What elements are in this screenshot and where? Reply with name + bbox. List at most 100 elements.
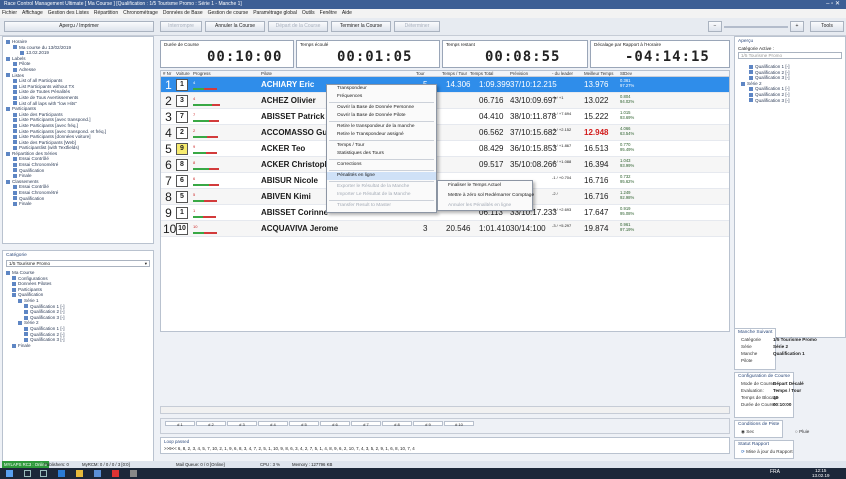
car-tab[interactable]: # 7 [351, 421, 381, 427]
tree-item[interactable]: Finale [6, 201, 150, 207]
context-menu-item[interactable]: Transfer Result to Master [327, 202, 436, 210]
car-number[interactable]: 7 [176, 111, 188, 123]
context-menu-item[interactable]: Retire le transpondeur de la manche [327, 123, 436, 131]
tree-item-label: Liste des Participants [Web] [19, 139, 76, 145]
cancel-race-button[interactable]: Annuler la Course [205, 21, 265, 32]
gap-to-leader: -1 / +0.704 [552, 175, 572, 180]
remaining-time-value: 00:08:55 [485, 49, 561, 65]
app-icon[interactable] [112, 470, 119, 477]
context-menu-item[interactable]: Pénalités en ligne [327, 172, 436, 180]
car-tab[interactable]: # 6 [320, 421, 350, 427]
table-row[interactable]: 114ACHIARY Eric514.3061:09.39937/10:12.2… [161, 77, 729, 93]
progress-bar [193, 232, 205, 234]
car-tab[interactable]: # 10 [444, 421, 474, 427]
menu-item[interactable]: Gestion de course [208, 10, 249, 16]
submenu-item[interactable]: Annuler les Pénalités en ligne [438, 201, 532, 211]
zoom-in-button[interactable]: + [790, 21, 804, 32]
tools-button[interactable]: Tools [810, 21, 844, 32]
tree-item[interactable]: Qualification 3 [-] [741, 98, 839, 104]
context-menu-item[interactable]: Importer Le Résultat de la Manche [327, 191, 436, 199]
table-row[interactable]: 2 3 4 ACHEZ Olivier 06.716 43/10:09.697 13.022… [161, 93, 729, 109]
context-menu-item[interactable]: Transpondeur [327, 85, 436, 93]
context-menu-item[interactable]: Fréquences [327, 93, 436, 101]
menu-item[interactable]: Chronométrage [123, 10, 158, 16]
context-menu-item[interactable]: Statistiques des Tours [327, 150, 436, 158]
folder-icon[interactable] [76, 470, 83, 477]
start-icon[interactable] [6, 470, 13, 477]
car-number[interactable]: 3 [176, 95, 188, 107]
progress-bar-remaining [209, 120, 219, 122]
menu-item[interactable]: Gestion des Listes [48, 10, 89, 16]
edge-icon[interactable] [58, 470, 65, 477]
car-number[interactable]: 8 [176, 159, 188, 171]
submenu-item[interactable]: Mettre à zéro sol Redémarrer Comptage [438, 191, 534, 201]
context-menu-item[interactable]: Ouvrir la Base de Donnée Personne [327, 104, 436, 112]
menu-item[interactable]: Données de Base [163, 10, 203, 16]
window-controls[interactable]: – ▫ ✕ [800, 0, 840, 9]
menu-item[interactable]: Paramétrage global [253, 10, 297, 16]
preview-print-button[interactable]: Aperçu / Imprimer [4, 21, 154, 32]
tree-node-icon [13, 95, 17, 100]
language-indicator[interactable]: FRA [770, 469, 780, 475]
car-tab[interactable]: # 1 [165, 421, 195, 427]
clock[interactable]: 12:15 13.02.19 [812, 468, 830, 478]
car-tab[interactable]: # 8 [382, 421, 412, 427]
progress-bar [193, 104, 213, 106]
tree-item-label: Liste des Participants [19, 111, 63, 117]
task-view-icon[interactable] [40, 470, 47, 477]
unfinish-button[interactable]: Déterminer [394, 21, 440, 32]
context-menu-item[interactable]: Exporter le Résultat de la Manche [327, 183, 436, 191]
car-number[interactable]: 1 [176, 79, 188, 91]
active-category-field[interactable]: 1/5 Tourisme Promo [738, 52, 842, 59]
car-tab[interactable]: # 9 [413, 421, 443, 427]
interrupt-button[interactable]: Interrompre [160, 21, 202, 32]
gap-to-leader: -1 / +1.088 [552, 159, 572, 164]
car-tab[interactable]: # 4 [258, 421, 288, 427]
context-menu-item[interactable]: Temps / Tour [327, 142, 436, 150]
rcm-icon[interactable] [130, 470, 137, 477]
radio-rain[interactable]: ○ Pluie [795, 428, 809, 435]
table-row[interactable]: 4 2 2 ACCOMASSO Guy 06.562 37/10:15.682 12.948… [161, 125, 729, 141]
context-menu-item[interactable]: Retire le Transpondeur assigné [327, 131, 436, 139]
car-tab[interactable]: # 2 [196, 421, 226, 427]
menu-item[interactable]: Fenêtre [320, 10, 337, 16]
car-number[interactable]: 10 [176, 223, 188, 235]
car-tab[interactable]: # 5 [289, 421, 319, 427]
menu-item[interactable]: Fichier [2, 10, 17, 16]
menu-separator [329, 170, 434, 171]
status-item: CPU : 3 % [260, 462, 281, 467]
zoom-out-button[interactable]: − [708, 21, 722, 32]
store-icon[interactable] [94, 470, 101, 477]
tree-item[interactable]: Finale [6, 343, 150, 349]
table-row[interactable]: 5 9 9 ACKER Teo 08.429 36/10:15.853 16.513 -1 /… [161, 141, 729, 157]
car-number[interactable]: 9 [176, 143, 188, 155]
menu-item[interactable]: Aide [342, 10, 352, 16]
position-number: 1 [165, 78, 172, 92]
start-race-button[interactable]: Départ de la Course [268, 21, 328, 32]
car-number[interactable]: 6 [176, 175, 188, 187]
table-row[interactable]: 3 7 7 ABISSET Patrick 04.410 38/10:11.878 15.2… [161, 109, 729, 125]
tree-node-icon [13, 62, 17, 67]
horizontal-scrollbar[interactable] [160, 406, 730, 414]
context-menu-item[interactable]: Corrections [327, 161, 436, 169]
menu-item[interactable]: Affichage [22, 10, 43, 16]
tree-node-icon [13, 67, 17, 72]
menu-item[interactable]: Outils [302, 10, 315, 16]
submenu-item[interactable]: Finaliser le Temps Actuel [438, 181, 532, 191]
menu-item[interactable]: Répartition [94, 10, 118, 16]
zoom-slider[interactable] [724, 26, 788, 28]
car-number[interactable]: 2 [176, 127, 188, 139]
info-key: Mode de Course: [741, 381, 777, 386]
finish-race-button[interactable]: Terminer la Course [331, 21, 391, 32]
table-row[interactable]: 10 10 10 ACQUAVIVA Jerome 3 20.546 1:01.410 30/… [161, 221, 729, 237]
left-tree-panel: Horaire Ma course du 13/02/2019 13.02.2019… [2, 36, 154, 244]
search-icon[interactable] [24, 470, 31, 477]
category-select[interactable]: 1/5 Tourisme Promo ▾ [6, 260, 150, 267]
table-row[interactable]: 6 8 8 ACKER Christophe 09.517 35/10:08.266 16.… [161, 157, 729, 173]
car-number[interactable]: 1 [176, 207, 188, 219]
tree-node-icon [6, 56, 10, 61]
context-menu-item[interactable]: Ouvrir la Base de Donnée Pilote [327, 112, 436, 120]
car-tab[interactable]: # 3 [227, 421, 257, 427]
gap-to-leader: -1 / +1.867 [552, 143, 572, 148]
car-number[interactable]: 5 [176, 191, 188, 203]
